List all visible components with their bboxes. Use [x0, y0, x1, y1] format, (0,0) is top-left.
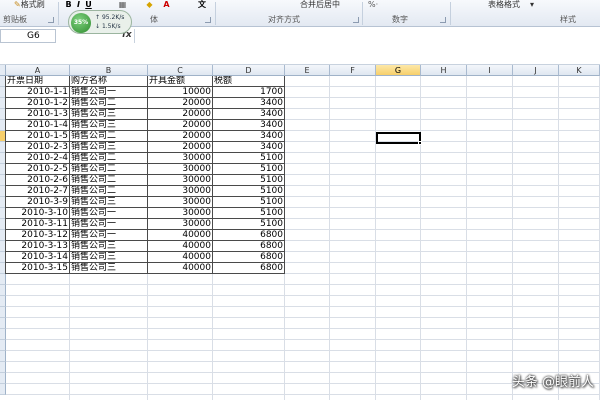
gridline	[329, 76, 330, 400]
group-divider	[58, 2, 59, 25]
gridline	[512, 76, 513, 400]
font-dialog-launcher[interactable]	[205, 17, 211, 23]
gridline	[6, 295, 600, 296]
number-group-label: 数字	[392, 15, 408, 24]
gridline	[558, 76, 559, 400]
table-border	[212, 76, 213, 274]
group-divider	[215, 2, 216, 25]
gridline	[466, 76, 467, 400]
formula-input[interactable]	[134, 29, 600, 43]
gridline	[420, 76, 421, 400]
column-header-j[interactable]: J	[513, 65, 559, 76]
bold-button[interactable]: B	[64, 0, 73, 9]
gridline	[6, 350, 600, 351]
spreadsheet-grid[interactable]: ABCDEFGHIJK 开票日期 购方名称 开具金额 税额 2010-1-1 销售公司一 1…	[0, 65, 600, 400]
table-format-button[interactable]: 表格格式	[488, 0, 520, 10]
font-color-button[interactable]: A	[162, 0, 171, 9]
upload-arrow-icon: ↑	[95, 14, 101, 21]
alignment-dialog-launcher[interactable]	[353, 17, 359, 23]
gridline	[6, 284, 600, 285]
download-arrow-icon: ↓	[95, 23, 101, 30]
gridline	[6, 306, 600, 307]
fill-handle[interactable]	[418, 141, 422, 145]
speed-percent: 35%	[71, 13, 91, 33]
format-painter-button[interactable]: ✎格式刷	[14, 0, 45, 10]
column-header-h[interactable]: H	[421, 65, 467, 76]
column-header-g[interactable]: G	[376, 65, 421, 76]
italic-button[interactable]: I	[74, 0, 83, 9]
column-header-e[interactable]: E	[285, 65, 330, 76]
column-header-b[interactable]: B	[70, 65, 148, 76]
dropdown-icon[interactable]: ▾	[530, 0, 534, 10]
border-icon[interactable]: ▦	[118, 0, 127, 9]
table-border	[69, 76, 70, 274]
styles-group-label: 样式	[560, 15, 576, 24]
brush-icon: ✎	[14, 0, 21, 9]
column-header-k[interactable]: K	[559, 65, 600, 76]
column-header-f[interactable]: F	[330, 65, 376, 76]
selected-cell-g6[interactable]	[376, 132, 421, 144]
download-speed: 1.5K/s	[101, 23, 121, 30]
column-header-c[interactable]: C	[148, 65, 213, 76]
font-group-label: 体	[150, 15, 158, 24]
gridline	[6, 328, 600, 329]
table-border	[284, 76, 285, 274]
gridline	[6, 339, 600, 340]
fill-color-icon[interactable]: ◆	[145, 0, 154, 9]
column-header-d[interactable]: D	[213, 65, 285, 76]
column-header-i[interactable]: I	[467, 65, 513, 76]
clipboard-group-label: 剪贴板	[3, 15, 27, 24]
percent-icon[interactable]: %·	[368, 0, 378, 10]
underline-button[interactable]: U	[84, 0, 93, 9]
watermark: 头条 @眼前人	[511, 375, 594, 390]
table-border	[6, 273, 285, 274]
gridline	[6, 317, 600, 318]
group-divider	[450, 2, 451, 25]
gridline	[375, 76, 376, 400]
name-box[interactable]: G6	[0, 29, 56, 43]
clipboard-dialog-launcher[interactable]	[48, 17, 54, 23]
phonetic-button[interactable]: 文	[196, 0, 208, 9]
table-border	[5, 76, 6, 274]
network-speed-widget[interactable]: 35% ↑ 95.2K/s ↓ 1.5K/s	[68, 10, 132, 34]
table-border	[147, 76, 148, 274]
merge-center-button[interactable]: 合并后居中	[300, 0, 340, 10]
number-dialog-launcher[interactable]	[440, 17, 446, 23]
group-divider	[362, 2, 363, 25]
gridline	[6, 394, 600, 395]
column-header-a[interactable]: A	[6, 65, 70, 76]
upload-speed: 95.2K/s	[101, 14, 125, 21]
alignment-group-label: 对齐方式	[268, 15, 300, 24]
gridline	[6, 361, 600, 362]
